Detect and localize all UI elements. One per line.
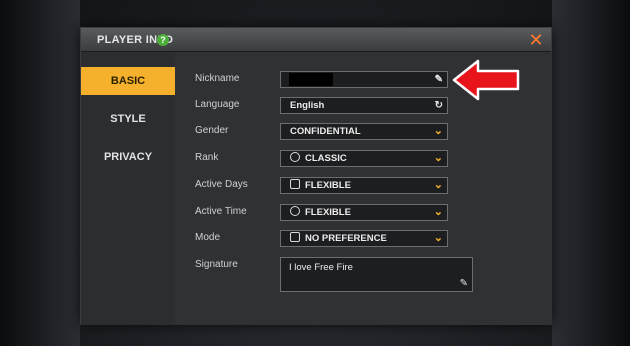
background-left xyxy=(0,0,80,346)
edit-icon[interactable]: ✎ xyxy=(435,72,443,87)
active-days-label: Active Days xyxy=(195,179,248,190)
chevron-down-icon: ⌄ xyxy=(433,206,443,218)
sidebar: BASIC STYLE PRIVACY xyxy=(81,52,175,325)
language-label: Language xyxy=(195,99,240,110)
signature-textarea[interactable]: I love Free Fire ✎ xyxy=(280,257,473,292)
gender-label: Gender xyxy=(195,125,229,136)
chevron-down-icon: ⌄ xyxy=(433,125,443,137)
gender-select[interactable]: CONFIDENTIAL ⌄ xyxy=(280,123,448,140)
signature-value: I love Free Fire xyxy=(289,262,353,273)
gender-value: CONFIDENTIAL xyxy=(290,126,361,137)
chevron-down-icon: ⌄ xyxy=(433,179,443,191)
tab-basic[interactable]: BASIC xyxy=(81,67,175,95)
edit-icon[interactable]: ✎ xyxy=(460,278,468,289)
help-icon[interactable]: ? xyxy=(157,34,169,46)
rank-select[interactable]: CLASSIC ⌄ xyxy=(280,150,448,167)
gamepad-icon xyxy=(290,232,300,242)
chevron-down-icon: ⌄ xyxy=(433,232,443,244)
language-field[interactable]: English ↻ xyxy=(280,97,448,114)
rank-label: Rank xyxy=(195,152,219,163)
tab-privacy[interactable]: PRIVACY xyxy=(81,143,175,171)
calendar-icon xyxy=(290,179,300,189)
close-button[interactable]: ✕ xyxy=(527,31,545,49)
nickname-redaction xyxy=(289,73,333,86)
active-time-value: FLEXIBLE xyxy=(305,207,351,218)
active-time-select[interactable]: FLEXIBLE ⌄ xyxy=(280,204,448,221)
nickname-label: Nickname xyxy=(195,73,240,84)
active-time-label: Active Time xyxy=(195,206,247,217)
refresh-icon[interactable]: ↻ xyxy=(435,98,443,113)
red-arrow-annotation xyxy=(452,59,520,101)
mode-label: Mode xyxy=(195,232,221,243)
active-days-value: FLEXIBLE xyxy=(305,180,351,191)
tab-style[interactable]: STYLE xyxy=(81,105,175,133)
clock-icon xyxy=(290,206,300,216)
language-value: English xyxy=(290,100,325,111)
dialog-titlebar: PLAYER INFO ? ✕ xyxy=(81,28,551,52)
rank-value: CLASSIC xyxy=(305,153,347,164)
rank-shield-icon xyxy=(290,152,300,162)
chevron-down-icon: ⌄ xyxy=(433,152,443,164)
mode-value: NO PREFERENCE xyxy=(305,233,387,244)
nickname-field[interactable]: ✎ xyxy=(280,71,448,88)
background-right xyxy=(552,0,630,346)
signature-label: Signature xyxy=(195,259,238,270)
active-days-select[interactable]: FLEXIBLE ⌄ xyxy=(280,177,448,194)
mode-select[interactable]: NO PREFERENCE ⌄ xyxy=(280,230,448,247)
